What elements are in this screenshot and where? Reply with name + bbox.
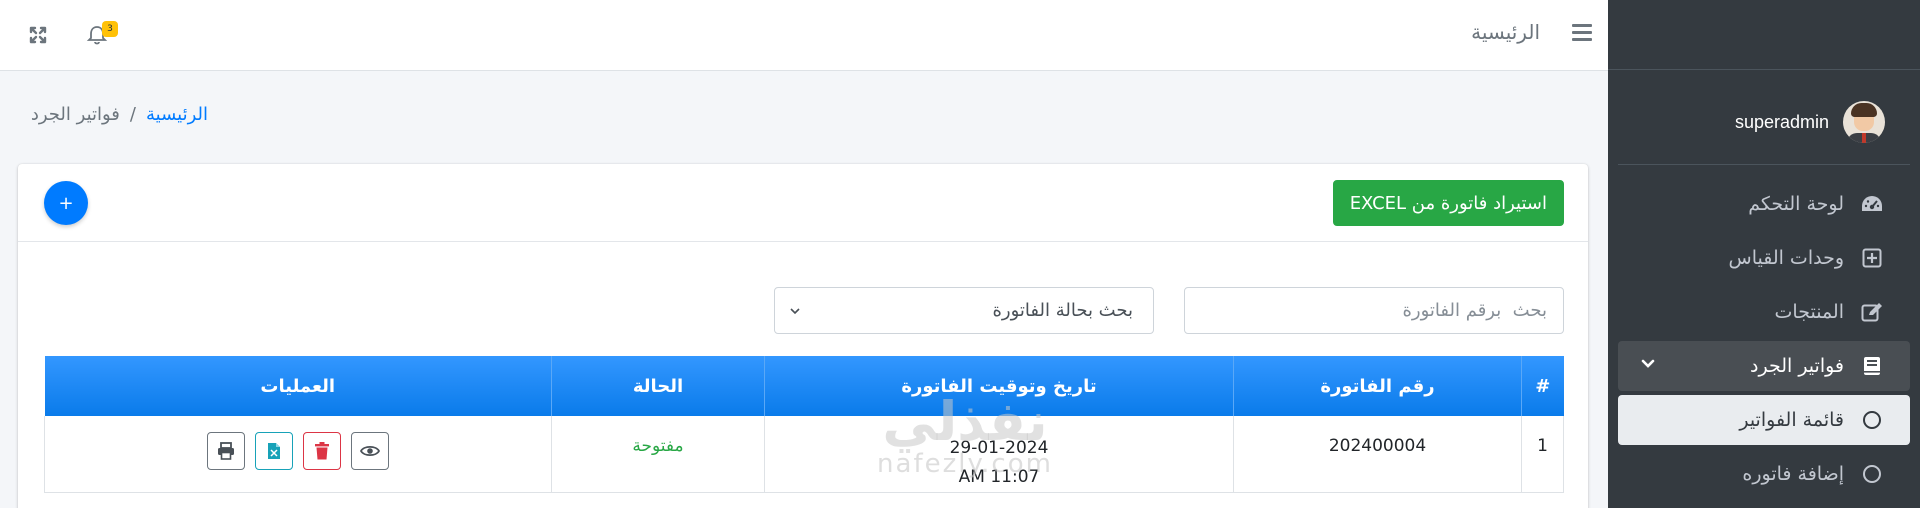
sidebar-item-dashboard[interactable]: لوحة التحكم xyxy=(1618,179,1910,229)
breadcrumb-separator: / xyxy=(129,104,136,125)
sidebar-item-invoice-list[interactable]: قائمة الفواتير xyxy=(1618,395,1910,445)
column-header-datetime[interactable]: تاريخ وتوقيت الفاتورة xyxy=(764,356,1234,416)
username: superadmin xyxy=(1734,111,1829,132)
breadcrumb: الرئيسية / فواتير الجرد xyxy=(18,104,208,125)
sidebar-item-label: فواتير الجرد xyxy=(1750,355,1844,377)
filters-row: بحث بحالة الفاتورة xyxy=(18,287,1588,335)
sidebar-brand xyxy=(1608,0,1920,70)
sidebar-item-label: المنتجات xyxy=(1774,301,1844,323)
invoices-table-wrap: # رقم الفاتورة تاريخ وتوقيت الفاتورة الح… xyxy=(44,356,1564,493)
avatar xyxy=(1843,101,1885,143)
sidebar-nav: لوحة التحكم وحدات القياس المنتجات فواتير… xyxy=(1608,165,1920,499)
status-filter-value: بحث بحالة الفاتورة xyxy=(992,300,1133,321)
sidebar-item-products[interactable]: المنتجات xyxy=(1618,287,1910,337)
column-header-number[interactable]: رقم الفاتورة xyxy=(1233,356,1522,416)
add-invoice-button[interactable]: + xyxy=(44,181,88,225)
circle-icon xyxy=(1858,465,1886,483)
hamburger-menu-icon[interactable] xyxy=(1572,24,1592,45)
table-header-row: # رقم الفاتورة تاريخ وتوقيت الفاتورة الح… xyxy=(44,356,1564,416)
cell-datetime: 29-01-2024 AM 11:07 xyxy=(764,416,1234,493)
sidebar-item-label: قائمة الفواتير xyxy=(1739,409,1844,431)
breadcrumb-current: فواتير الجرد xyxy=(30,104,120,125)
column-header-actions: العمليات xyxy=(44,356,552,416)
dashboard-icon xyxy=(1858,194,1886,214)
file-icon xyxy=(268,443,280,459)
sidebar-item-label: إضافة فاتوره xyxy=(1742,463,1844,485)
book-icon xyxy=(1858,356,1886,376)
chevron-down-icon xyxy=(790,308,800,315)
export-file-button[interactable] xyxy=(255,432,293,470)
cell-index: 1 xyxy=(1521,416,1564,493)
delete-button[interactable] xyxy=(303,432,341,470)
view-button[interactable] xyxy=(351,432,389,470)
cell-invoice-number: 202400004 xyxy=(1233,416,1522,493)
sidebar-item-add-invoice[interactable]: إضافة فاتوره xyxy=(1618,449,1910,499)
trash-icon xyxy=(315,442,329,460)
import-excel-button[interactable]: استيراد فاتورة من EXCEL xyxy=(1332,180,1564,226)
column-header-index[interactable]: # xyxy=(1521,356,1564,416)
breadcrumb-home-link[interactable]: الرئيسية xyxy=(146,104,208,125)
eye-icon xyxy=(360,445,380,457)
notification-badge: 3 xyxy=(102,21,118,37)
table-row: 1 202400004 29-01-2024 AM 11:07 مفتوحة xyxy=(44,416,1564,493)
sidebar-item-label: وحدات القياس xyxy=(1728,247,1845,269)
print-icon xyxy=(218,442,234,460)
column-header-status[interactable]: الحالة xyxy=(551,356,765,416)
sidebar-item-label: لوحة التحكم xyxy=(1748,193,1844,215)
status-filter-select[interactable]: بحث بحالة الفاتورة xyxy=(774,287,1154,334)
cell-time: AM 11:07 xyxy=(958,467,1040,487)
cell-actions xyxy=(44,416,552,493)
invoice-number-search-input[interactable] xyxy=(1184,287,1564,334)
fullscreen-icon[interactable] xyxy=(28,25,48,45)
circle-icon xyxy=(1858,411,1886,429)
edit-icon xyxy=(1858,302,1886,322)
plus-square-icon xyxy=(1858,248,1886,268)
invoices-table: # رقم الفاتورة تاريخ وتوقيت الفاتورة الح… xyxy=(44,356,1564,493)
navbar-home-link[interactable]: الرئيسية xyxy=(1471,20,1540,44)
cell-status: مفتوحة xyxy=(551,416,765,493)
cell-date: 29-01-2024 xyxy=(949,438,1049,458)
user-panel[interactable]: superadmin xyxy=(1618,80,1910,165)
sidebar: superadmin لوحة التحكم وحدات القياس المن… xyxy=(1608,0,1920,508)
sidebar-item-units[interactable]: وحدات القياس xyxy=(1618,233,1910,283)
invoices-card: استيراد فاتورة من EXCEL + بحث بحالة الفا… xyxy=(18,164,1588,508)
card-header: استيراد فاتورة من EXCEL + xyxy=(18,164,1588,242)
chevron-down-icon xyxy=(1641,359,1655,368)
print-button[interactable] xyxy=(207,432,245,470)
top-navbar: الرئيسية 3 xyxy=(0,0,1608,71)
sidebar-item-inventory-invoices[interactable]: فواتير الجرد xyxy=(1618,341,1910,391)
